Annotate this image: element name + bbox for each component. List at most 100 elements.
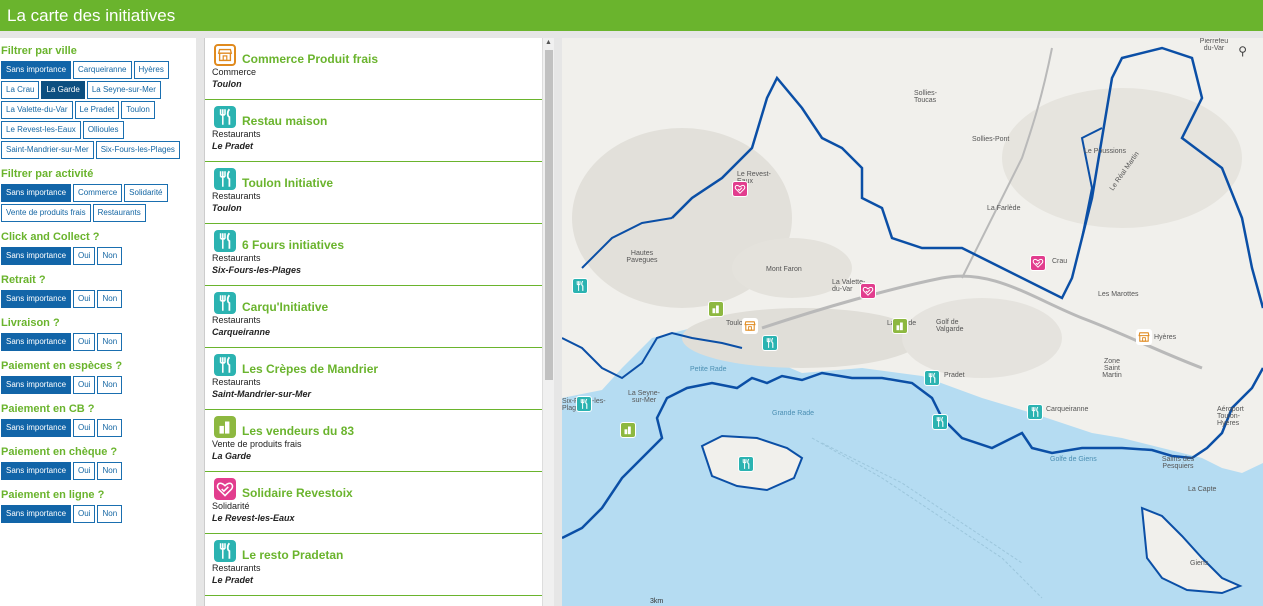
filter-button-non[interactable]: Non [97,419,123,437]
filter-button-hyeres[interactable]: Hyères [133,61,169,79]
filter-button-oui[interactable]: Oui [73,419,96,437]
filter-options-paiement-en-especes: Sans importance Oui Non [0,376,196,396]
initiative-card[interactable]: Toulon Initiative Restaurants Toulon [205,162,542,224]
filter-button-sans-importance[interactable]: Sans importance [1,247,72,265]
scroll-thumb[interactable] [545,50,553,380]
app-title: La carte des initiatives [7,6,176,25]
map-marker-shop-icon[interactable] [1136,329,1152,345]
map-marker-solidarity-icon[interactable] [732,181,748,197]
filter-button-carqueiranne[interactable]: Carqueiranne [73,61,132,79]
filter-button-ollioules[interactable]: Ollioules [82,121,124,139]
initiative-category: Restaurants [212,129,261,139]
filter-button-sans-importance[interactable]: Sans importance [1,462,72,480]
filter-button-non[interactable]: Non [97,333,123,351]
map-marker-solidarity-icon[interactable] [860,283,876,299]
map[interactable]: Pierrefeu du-Var Sollies-Toucas Sollies-… [562,38,1263,606]
filter-button-sans-importance[interactable]: Sans importance [1,376,72,394]
map-marker-restaurant-icon[interactable] [924,370,940,386]
map-marker-restaurant-icon[interactable] [762,335,778,351]
initiative-city: Le Pradet [212,141,254,151]
filter-button-oui[interactable]: Oui [73,290,96,308]
map-marker-produce-icon[interactable] [708,301,724,317]
initiative-card[interactable]: Les vendeurs du 83 Vente de produits frai… [205,410,542,472]
filter-button-sans-importance[interactable]: Sans importance [1,419,72,437]
filter-button-sans-importance[interactable]: Sans importance [1,290,72,308]
filter-button-non[interactable]: Non [97,376,123,394]
filter-button-non[interactable]: Non [97,290,123,308]
filter-title-paiement-en-especes: Paiement en espèces ? [1,360,123,372]
map-marker-produce-icon[interactable] [620,422,636,438]
scroll-up-icon[interactable]: ▲ [545,39,552,46]
filter-title-click-and-collect: Click and Collect ? [1,231,100,243]
filter-button-la-garde[interactable]: La Garde [41,81,85,99]
initiative-name[interactable]: Carqu'Initiative [242,300,328,314]
map-label: Giens [1190,560,1209,567]
map-marker-restaurant-icon[interactable] [1027,404,1043,420]
map-marker-restaurant-icon[interactable] [738,456,754,472]
initiative-name[interactable]: Les vendeurs du 83 [242,424,354,438]
filter-button-le-revest-les-eaux[interactable]: Le Revest-les-Eaux [1,121,81,139]
filter-button-oui[interactable]: Oui [73,505,96,523]
map-label: Hyères [1154,334,1177,341]
initiative-name[interactable]: 6 Fours initiatives [242,238,344,252]
initiative-card[interactable]: Le resto Pradetan Restaurants Le Pradet [205,534,542,596]
initiative-name[interactable]: Solidaire Revestoix [242,486,353,500]
filter-button-non[interactable]: Non [97,505,123,523]
initiative-category: Vente de produits frais [212,439,302,449]
map-label: Sollies-Toucas [914,90,937,104]
filter-button-six-fours-les-plages[interactable]: Six-Fours-les-Plages [95,141,180,159]
filter-button-la-crau[interactable]: La Crau [1,81,40,99]
initiative-name[interactable]: Toulon Initiative [242,176,333,190]
filter-button-restaurants[interactable]: Restaurants [92,204,146,222]
filter-options-paiement-en-cb: Sans importance Oui Non [0,419,196,439]
initiative-card[interactable]: Restau maison Restaurants Le Pradet [205,100,542,162]
filter-button-non[interactable]: Non [97,462,123,480]
filter-button-vente-de-produits-frais[interactable]: Vente de produits frais [1,204,91,222]
filter-options-filtrer-par-ville: Sans importance Carqueiranne Hyères La Crau… [0,61,196,161]
filter-button-oui[interactable]: Oui [73,376,96,394]
initiative-card[interactable]: Carqu'Initiative Restaurants Carqueiranne [205,286,542,348]
filter-button-sans-importance[interactable]: Sans importance [1,184,72,202]
initiative-city: Toulon [212,203,242,213]
filter-panel: Filtrer par ville Sans importance Carqueir… [0,38,196,606]
initiative-category: Restaurants [212,377,261,387]
map-label: La Seyne-sur-Mer [628,390,660,404]
map-search-icon[interactable]: ⚲ [1238,44,1247,58]
map-marker-solidarity-icon[interactable] [1030,255,1046,271]
filter-options-paiement-en-ligne: Sans importance Oui Non [0,505,196,525]
filter-button-solidarite[interactable]: Solidarité [124,184,168,202]
initiative-name[interactable]: Commerce Produit frais [242,52,378,66]
map-marker-restaurant-icon[interactable] [572,278,588,294]
filter-button-la-valette-du-var[interactable]: La Valette-du-Var [1,101,73,119]
initiative-card[interactable]: Solidaire Revestoix Solidarité Le Revest-l… [205,472,542,534]
filter-button-oui[interactable]: Oui [73,247,96,265]
initiative-category: Restaurants [212,253,261,263]
filter-button-toulon[interactable]: Toulon [121,101,155,119]
filter-button-la-seyne-sur-mer[interactable]: La Seyne-sur-Mer [86,81,161,99]
map-marker-shop-icon[interactable] [742,318,758,334]
filter-button-non[interactable]: Non [97,247,123,265]
map-marker-restaurant-icon[interactable] [576,396,592,412]
map-marker-restaurant-icon[interactable] [932,414,948,430]
initiative-city: La Garde [212,451,252,461]
filter-button-oui[interactable]: Oui [73,462,96,480]
initiative-card[interactable]: Les Crèpes de Mandrier Restaurants Saint-M… [205,348,542,410]
map-label: Hautes Pavegues [626,250,658,264]
initiative-card[interactable]: Commerce Produit frais Commerce Toulon [205,38,542,100]
initiative-city: Carqueiranne [212,327,271,337]
filter-button-le-pradet[interactable]: Le Pradet [74,101,120,119]
map-label: Pradet [944,372,965,379]
initiative-name[interactable]: Le resto Pradetan [242,548,343,562]
initiative-name[interactable]: Les Crèpes de Mandrier [242,362,378,376]
filter-button-sans-importance[interactable]: Sans importance [1,505,72,523]
filter-button-saint-mandrier-sur-mer[interactable]: Saint-Mandrier-sur-Mer [1,141,94,159]
filter-button-sans-importance[interactable]: Sans importance [1,61,72,79]
map-marker-produce-icon[interactable] [892,318,908,334]
filter-button-sans-importance[interactable]: Sans importance [1,333,72,351]
filter-button-oui[interactable]: Oui [73,333,96,351]
list-scrollbar[interactable]: ▲ [542,38,554,606]
initiative-name[interactable]: Restau maison [242,114,327,128]
initiative-card[interactable]: 6 Fours initiatives Restaurants Six-Fours-… [205,224,542,286]
filter-button-commerce[interactable]: Commerce [73,184,123,202]
map-label: Petite Rade [690,366,727,373]
